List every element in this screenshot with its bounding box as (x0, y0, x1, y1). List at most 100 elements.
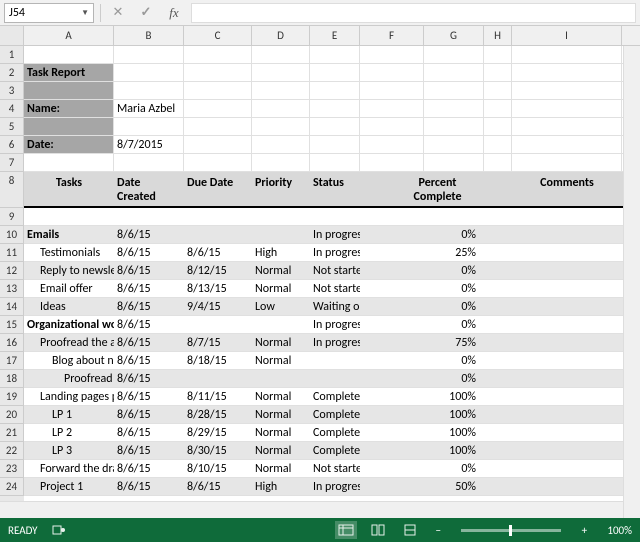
cell[interactable]: 100% (424, 442, 484, 459)
row-header[interactable]: 8 (0, 172, 24, 208)
cell[interactable] (512, 280, 622, 297)
cell[interactable]: Normal (252, 388, 310, 405)
cell[interactable]: Normal (252, 280, 310, 297)
cell[interactable] (360, 460, 424, 477)
col-header[interactable]: F (360, 26, 424, 45)
cell[interactable] (360, 406, 424, 423)
cell[interactable] (24, 208, 114, 225)
cell[interactable] (360, 82, 424, 99)
cell[interactable]: In progress (310, 244, 360, 261)
zoom-in-button[interactable]: + (577, 524, 591, 537)
normal-view-icon[interactable] (335, 521, 357, 539)
cell[interactable] (310, 154, 360, 171)
cell[interactable]: 8/13/15 (184, 280, 252, 297)
cell[interactable]: 8/6/15 (114, 262, 184, 279)
row-header[interactable]: 23 (0, 460, 24, 478)
cell[interactable]: 8/18/15 (184, 352, 252, 369)
cell[interactable] (360, 136, 424, 153)
cell[interactable]: Normal (252, 334, 310, 351)
cell[interactable] (252, 316, 310, 333)
cell[interactable]: Date Created (114, 172, 184, 206)
cell[interactable]: Due Date (184, 172, 252, 206)
cell[interactable]: 8/6/15 (114, 478, 184, 495)
cell[interactable]: Email offer (24, 280, 114, 297)
cell[interactable] (310, 46, 360, 63)
cell[interactable] (512, 82, 622, 99)
cell[interactable] (252, 154, 310, 171)
row-header[interactable]: 5 (0, 118, 24, 136)
name-box-dropdown-icon[interactable]: ▼ (81, 8, 89, 18)
cell[interactable] (424, 136, 484, 153)
row-header[interactable]: 7 (0, 154, 24, 172)
cell[interactable] (114, 82, 184, 99)
cell[interactable] (484, 352, 512, 369)
cell[interactable]: Project 1 (24, 478, 114, 495)
cell[interactable]: Normal (252, 442, 310, 459)
col-header[interactable]: G (424, 26, 484, 45)
row-header[interactable]: 11 (0, 244, 24, 262)
cell[interactable] (114, 154, 184, 171)
cell[interactable] (310, 64, 360, 81)
row-header[interactable]: 20 (0, 406, 24, 424)
cell[interactable] (484, 136, 512, 153)
cell[interactable]: 8/6/15 (114, 334, 184, 351)
cell[interactable]: Completed (310, 442, 360, 459)
cell[interactable]: Normal (252, 352, 310, 369)
cell[interactable] (484, 244, 512, 261)
row-header[interactable]: 19 (0, 388, 24, 406)
cell[interactable] (252, 370, 310, 387)
cell[interactable]: 50% (424, 478, 484, 495)
row-header[interactable]: 2 (0, 64, 24, 82)
cell[interactable] (484, 388, 512, 405)
cell[interactable] (184, 82, 252, 99)
page-layout-view-icon[interactable] (367, 521, 389, 539)
cell[interactable]: Not started (310, 262, 360, 279)
select-all-corner[interactable] (0, 26, 24, 45)
cell[interactable] (512, 334, 622, 351)
cell[interactable]: Completed (310, 424, 360, 441)
cell[interactable] (310, 100, 360, 117)
row-header[interactable]: 10 (0, 226, 24, 244)
col-header[interactable]: B (114, 26, 184, 45)
fx-icon[interactable]: fx (163, 3, 185, 23)
cell[interactable] (360, 352, 424, 369)
cell[interactable] (360, 478, 424, 495)
cell[interactable] (512, 298, 622, 315)
cell[interactable]: 8/6/15 (184, 478, 252, 495)
enter-formula-icon[interactable]: ✓ (135, 3, 157, 23)
cell[interactable] (512, 46, 622, 63)
cell[interactable] (512, 478, 622, 495)
cell[interactable]: Proofread the article (24, 370, 114, 387)
cell[interactable]: Normal (252, 262, 310, 279)
cell[interactable] (360, 244, 424, 261)
cell[interactable] (184, 226, 252, 243)
cell[interactable] (360, 226, 424, 243)
cell[interactable] (360, 442, 424, 459)
cell[interactable] (114, 208, 184, 225)
cell[interactable]: 8/6/15 (114, 352, 184, 369)
cell[interactable]: 0% (424, 280, 484, 297)
cell[interactable]: Forward the drafts to (24, 460, 114, 477)
cell[interactable]: Proofread the article about (24, 334, 114, 351)
cell[interactable] (512, 118, 622, 135)
cell[interactable] (360, 154, 424, 171)
cell[interactable] (252, 100, 310, 117)
cell[interactable] (360, 388, 424, 405)
cell[interactable]: High (252, 244, 310, 261)
cell[interactable] (24, 154, 114, 171)
cell[interactable] (484, 478, 512, 495)
cell[interactable] (424, 82, 484, 99)
row-header[interactable]: 13 (0, 280, 24, 298)
cell[interactable] (512, 424, 622, 441)
cell[interactable]: 0% (424, 316, 484, 333)
cell[interactable]: 8/6/15 (184, 244, 252, 261)
cell[interactable]: 8/30/15 (184, 442, 252, 459)
cell[interactable] (484, 226, 512, 243)
cell[interactable]: 0% (424, 370, 484, 387)
cell[interactable] (484, 100, 512, 117)
cell[interactable]: 8/6/15 (114, 280, 184, 297)
cell[interactable] (484, 424, 512, 441)
cell[interactable]: 0% (424, 298, 484, 315)
cell[interactable] (360, 100, 424, 117)
cell[interactable] (484, 442, 512, 459)
